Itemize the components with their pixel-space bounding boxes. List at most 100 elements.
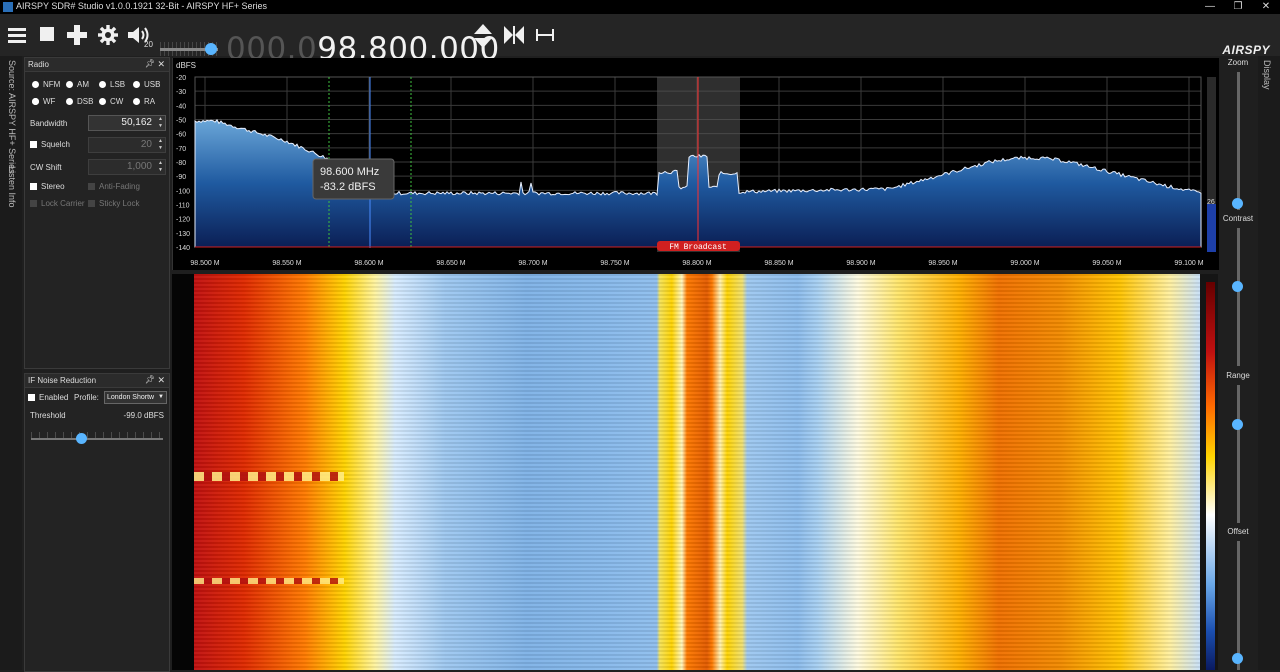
radio-dot bbox=[99, 81, 106, 88]
level-readout: 26 bbox=[1207, 199, 1215, 206]
mode-lsb[interactable]: LSB bbox=[99, 80, 125, 89]
airspy-logo: AIRSPY bbox=[1222, 43, 1270, 57]
close-button[interactable]: ✕ bbox=[1252, 0, 1280, 14]
app-icon bbox=[3, 2, 13, 12]
waterfall-burst bbox=[194, 578, 344, 584]
pin-icon[interactable]: 📌︎ bbox=[145, 375, 155, 384]
mode-cw[interactable]: CW bbox=[99, 97, 123, 106]
radio-dot-selected bbox=[32, 98, 39, 105]
mode-usb[interactable]: USB bbox=[133, 80, 160, 89]
contrast-slider-track[interactable] bbox=[1237, 228, 1240, 366]
stereo-checkbox[interactable]: Stereo bbox=[30, 182, 65, 191]
x-tick-label: 99.100 M bbox=[1174, 260, 1203, 267]
x-tick-label: 99.050 M bbox=[1092, 260, 1121, 267]
checkbox-box bbox=[30, 141, 37, 148]
waterfall-display[interactable] bbox=[172, 274, 1218, 670]
band-plan-label: FM Broadcast bbox=[669, 243, 727, 252]
mode-nfm[interactable]: NFM bbox=[32, 80, 60, 89]
offset-slider-track[interactable] bbox=[1237, 541, 1240, 670]
stop-icon[interactable] bbox=[40, 27, 54, 41]
offset-slider-knob[interactable] bbox=[1232, 653, 1243, 664]
checkbox-box bbox=[28, 394, 35, 401]
pin-icon[interactable]: 📌︎ bbox=[145, 59, 155, 68]
mode-label: NFM bbox=[43, 80, 61, 89]
threshold-slider-knob[interactable] bbox=[76, 433, 88, 444]
if-enabled-checkbox[interactable]: Enabled bbox=[28, 393, 68, 402]
radio-dot bbox=[133, 98, 140, 105]
spinner-arrows-icon[interactable]: ▲ ▼ bbox=[158, 116, 163, 130]
threshold-slider-track[interactable] bbox=[31, 438, 163, 440]
minimize-button[interactable]: — bbox=[1196, 0, 1224, 14]
mode-ra[interactable]: RA bbox=[133, 97, 155, 106]
spectrum-plot[interactable]: FM Broadcast -20 -30 -40 -50 -60 -70 -80 -90 -10… bbox=[173, 58, 1219, 270]
cw-shift-field[interactable]: 1,000 ▲ ▼ bbox=[88, 159, 166, 175]
y-tick-label: -50 bbox=[176, 118, 186, 125]
x-tick-label: 98.650 M bbox=[436, 260, 465, 267]
x-tick-label: 98.600 M bbox=[354, 260, 383, 267]
center-tune-icon[interactable] bbox=[504, 26, 524, 44]
tune-up-down-icon[interactable] bbox=[474, 24, 492, 48]
volume-slider-knob[interactable] bbox=[205, 43, 218, 55]
bandwidth-field[interactable]: 50,162 ▲ ▼ bbox=[88, 115, 166, 131]
mode-label: CW bbox=[110, 97, 124, 106]
y-tick-label: -90 bbox=[176, 174, 186, 181]
y-tick-label: -70 bbox=[176, 146, 186, 153]
mode-label: RA bbox=[144, 97, 156, 106]
snap-width-icon[interactable] bbox=[536, 28, 554, 42]
anti-fading-checkbox[interactable]: Anti-Fading bbox=[88, 182, 140, 191]
lock-carrier-checkbox[interactable]: Lock Carrier bbox=[30, 199, 85, 208]
spectrum-analyzer[interactable]: FM Broadcast -20 -30 -40 -50 -60 -70 -80 -90 -10… bbox=[172, 58, 1219, 270]
radio-dot bbox=[99, 98, 106, 105]
tab-display[interactable]: Display bbox=[1262, 60, 1272, 90]
radio-dot bbox=[66, 81, 73, 88]
y-tick-label: -20 bbox=[176, 75, 186, 82]
plus-icon[interactable] bbox=[67, 25, 87, 45]
squelch-field[interactable]: 20 ▲ ▼ bbox=[88, 137, 166, 153]
waterfall-left-margin bbox=[172, 274, 194, 670]
tab-source[interactable]: Source: AIRSPY HF+ Series bbox=[7, 60, 17, 174]
zoom-slider-knob[interactable] bbox=[1232, 198, 1243, 209]
right-tab-strip bbox=[1258, 56, 1280, 670]
sticky-lock-checkbox[interactable]: Sticky Lock bbox=[88, 199, 139, 208]
mode-label: WF bbox=[43, 97, 56, 106]
if-panel-header: IF Noise Reduction 📌︎ ✕ bbox=[25, 374, 169, 388]
panel-close-icon[interactable]: ✕ bbox=[157, 59, 165, 70]
tooltip-frequency: 98.600 MHz bbox=[320, 166, 379, 178]
offset-label: Offset bbox=[1227, 527, 1249, 536]
x-tick-label: 98.950 M bbox=[928, 260, 957, 267]
volume-value: 20 bbox=[144, 40, 153, 49]
y-tick-label: -40 bbox=[176, 103, 186, 110]
range-slider-knob[interactable] bbox=[1232, 419, 1243, 430]
y-tick-label: -130 bbox=[176, 231, 190, 238]
spinner-arrows-icon[interactable]: ▲ ▼ bbox=[158, 160, 163, 174]
y-axis-unit: dBFS bbox=[176, 61, 196, 70]
mode-dsb[interactable]: DSB bbox=[66, 97, 93, 106]
y-tick-label: -60 bbox=[176, 132, 186, 139]
sticky-lock-label: Sticky Lock bbox=[99, 199, 140, 208]
level-meter-fill bbox=[1207, 204, 1216, 252]
panel-close-icon[interactable]: ✕ bbox=[157, 375, 165, 386]
checkbox-box bbox=[30, 200, 37, 207]
y-tick-label: -110 bbox=[176, 203, 190, 210]
gear-icon[interactable] bbox=[98, 25, 118, 45]
x-tick-label: 98.850 M bbox=[764, 260, 793, 267]
hamburger-menu-icon[interactable] bbox=[8, 26, 26, 44]
contrast-slider-knob[interactable] bbox=[1232, 281, 1243, 292]
x-tick-label: 98.900 M bbox=[846, 260, 875, 267]
mode-wf[interactable]: WF bbox=[32, 97, 55, 106]
profile-select[interactable]: London Shortw ▼ bbox=[104, 391, 167, 404]
x-tick-label: 98.550 M bbox=[272, 260, 301, 267]
range-slider-track[interactable] bbox=[1237, 385, 1240, 523]
squelch-checkbox[interactable]: Squelch bbox=[30, 140, 70, 149]
cw-shift-value: 1,000 bbox=[126, 161, 152, 172]
zoom-slider-track[interactable] bbox=[1237, 72, 1240, 210]
mode-am[interactable]: AM bbox=[66, 80, 89, 89]
restore-button[interactable]: ❐ bbox=[1224, 0, 1252, 14]
checkbox-box bbox=[88, 200, 95, 207]
mode-label: AM bbox=[77, 80, 89, 89]
tab-listen-info[interactable]: Listen Info bbox=[7, 166, 17, 208]
spinner-arrows-icon[interactable]: ▲ ▼ bbox=[158, 138, 163, 152]
waterfall-image bbox=[194, 274, 1200, 670]
checkbox-box bbox=[88, 183, 95, 190]
squelch-value: 20 bbox=[140, 139, 152, 150]
